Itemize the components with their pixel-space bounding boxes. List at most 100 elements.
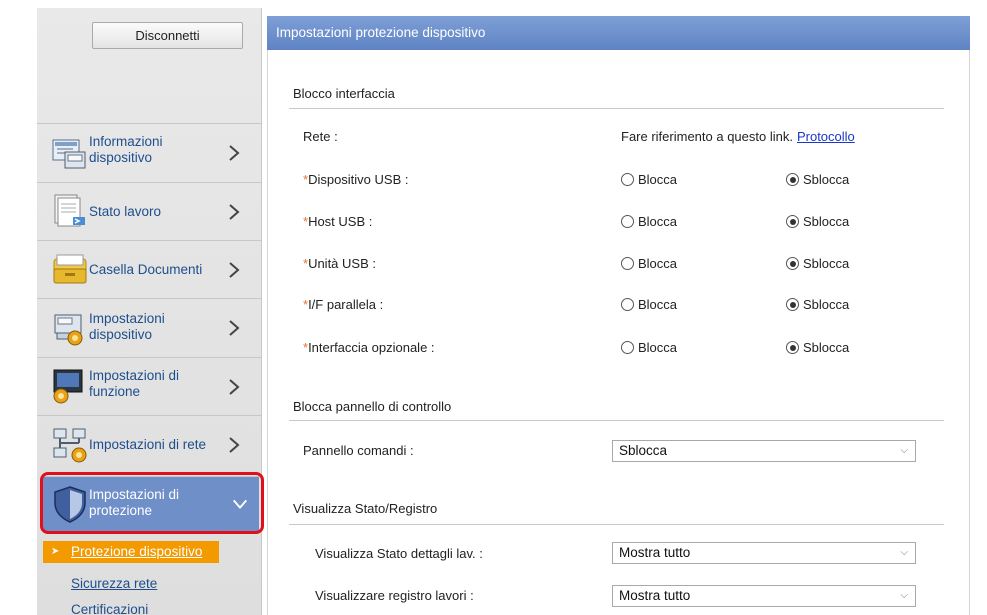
sidebar-item-function-settings[interactable]: Impostazioni di funzione	[37, 357, 261, 415]
divider	[289, 108, 944, 109]
radio-dot	[786, 173, 799, 186]
parallel-lock-radio[interactable]: Blocca	[621, 297, 677, 312]
radio-label: Blocca	[638, 214, 678, 229]
sidebar-item-label: Casella Documenti	[89, 262, 203, 277]
row-usb-device-label: *Dispositivo USB :	[303, 172, 409, 187]
sidebar-item-device-settings[interactable]: Impostazioni dispositivo	[37, 298, 261, 357]
sidebar-item-sublabel: protezione	[89, 503, 153, 518]
select-value: Mostra tutto	[619, 588, 691, 603]
radio-label: Sblocca	[803, 214, 850, 229]
radio-label: Blocca	[638, 340, 678, 355]
sidebar-item-label: Informazioni	[89, 134, 163, 149]
sidebar-item-document-box[interactable]: Casella Documenti	[37, 240, 261, 298]
chevron-right-icon	[229, 379, 240, 395]
panel-title: Impostazioni protezione dispositivo	[267, 16, 970, 50]
chevron-right-icon	[229, 145, 240, 161]
control-panel-label: Pannello comandi :	[303, 443, 414, 458]
job-log-label: Visualizzare registro lavori :	[315, 588, 474, 603]
radio-label: Sblocca	[803, 256, 850, 271]
divider	[289, 420, 944, 421]
sidebar-item-device-info[interactable]: Informazioni dispositivo	[37, 123, 261, 182]
subitem-device-protection[interactable]: ➤ Protezione dispositivo	[43, 541, 219, 563]
row-optional-interface-label: *Interfaccia opzionale :	[303, 340, 435, 355]
disconnect-button[interactable]: Disconnetti	[92, 22, 243, 49]
radio-label: Blocca	[638, 172, 678, 187]
row-label-text: Unità USB :	[308, 256, 376, 271]
row-usb-host-label: *Host USB :	[303, 214, 373, 229]
chevron-down-icon	[233, 499, 247, 509]
radio-dot	[621, 341, 634, 354]
chevron-down-icon: ⌵	[900, 547, 908, 558]
chevron-right-icon	[229, 437, 240, 453]
sidebar-item-sublabel: dispositivo	[89, 150, 153, 165]
radio-label: Blocca	[638, 297, 678, 312]
protocol-link[interactable]: Protocollo	[797, 129, 855, 144]
radio-dot	[786, 341, 799, 354]
sidebar-item-label: Impostazioni di	[89, 368, 180, 383]
row-label-text: Interfaccia opzionale :	[308, 340, 435, 355]
usb-device-lock-radio[interactable]: Blocca	[621, 172, 677, 187]
row-parallel-label: *I/F parallela :	[303, 297, 384, 312]
sidebar-item-label: Impostazioni di	[89, 487, 180, 502]
chevron-right-icon	[229, 320, 240, 336]
subitem-network-security[interactable]: Sicurezza rete	[71, 576, 157, 591]
row-usb-drive-label: *Unità USB :	[303, 256, 376, 271]
chevron-right-icon	[229, 262, 240, 278]
status-details-select[interactable]: Mostra tutto ⌵	[612, 542, 916, 564]
usb-drive-unlock-radio[interactable]: Sblocca	[786, 256, 849, 271]
status-details-label: Visualizza Stato dettagli lav. :	[315, 546, 483, 561]
subitem-certificates[interactable]: Certificazioni	[71, 602, 148, 615]
network-reference: Fare riferimento a questo link. Protocoll…	[621, 129, 855, 144]
select-value: Sblocca	[619, 443, 668, 458]
arrow-icon: ➤	[51, 546, 60, 557]
radio-dot	[621, 257, 634, 270]
usb-device-unlock-radio[interactable]: Sblocca	[786, 172, 849, 187]
sidebar-item-label: Impostazioni di rete	[89, 437, 207, 452]
divider	[289, 524, 944, 525]
network-settings-icon	[53, 428, 87, 463]
control-panel-select[interactable]: Sblocca ⌵	[612, 440, 916, 462]
row-label-text: I/F parallela :	[308, 297, 384, 312]
radio-label: Sblocca	[803, 172, 850, 187]
chevron-down-icon: ⌵	[900, 590, 908, 601]
radio-dot	[621, 173, 634, 186]
radio-label: Blocca	[638, 256, 678, 271]
usb-host-lock-radio[interactable]: Blocca	[621, 214, 677, 229]
select-value: Mostra tutto	[619, 545, 691, 560]
section-control-panel-lock: Blocca pannello di controllo	[293, 399, 452, 414]
sidebar-item-job-status[interactable]: Stato lavoro	[37, 182, 261, 240]
function-settings-icon	[53, 369, 83, 404]
job-status-icon	[54, 194, 85, 227]
optional-interface-lock-radio[interactable]: Blocca	[621, 340, 677, 355]
usb-drive-lock-radio[interactable]: Blocca	[621, 256, 677, 271]
radio-label: Sblocca	[803, 340, 850, 355]
radio-dot	[786, 215, 799, 228]
subitem-label: Protezione dispositivo	[71, 544, 203, 559]
optional-interface-unlock-radio[interactable]: Sblocca	[786, 340, 849, 355]
radio-dot	[786, 257, 799, 270]
chevron-down-icon: ⌵	[900, 445, 908, 456]
usb-host-unlock-radio[interactable]: Sblocca	[786, 214, 849, 229]
device-info-icon	[52, 139, 86, 169]
document-box-icon	[53, 254, 87, 284]
sidebar-item-sublabel: dispositivo	[89, 327, 153, 342]
sidebar-item-network-settings[interactable]: Impostazioni di rete	[37, 415, 261, 474]
sidebar-item-label: Stato lavoro	[89, 204, 162, 219]
device-settings-icon	[54, 314, 83, 346]
sidebar-item-security[interactable]: Impostazioni di protezione	[43, 476, 259, 531]
radio-dot	[621, 215, 634, 228]
section-status-log: Visualizza Stato/Registro	[293, 501, 438, 516]
sidebar-item-label: Impostazioni	[89, 311, 165, 326]
radio-dot	[621, 298, 634, 311]
network-reference-text: Fare riferimento a questo link.	[621, 129, 793, 144]
radio-label: Sblocca	[803, 297, 850, 312]
job-log-select[interactable]: Mostra tutto ⌵	[612, 585, 916, 607]
settings-panel	[267, 50, 970, 615]
shield-icon	[54, 486, 86, 523]
row-label-text: Dispositivo USB :	[308, 172, 409, 187]
sidebar-item-sublabel: funzione	[89, 384, 141, 399]
radio-dot	[786, 298, 799, 311]
row-label-text: Host USB :	[308, 214, 373, 229]
parallel-unlock-radio[interactable]: Sblocca	[786, 297, 849, 312]
network-label: Rete :	[303, 129, 338, 144]
